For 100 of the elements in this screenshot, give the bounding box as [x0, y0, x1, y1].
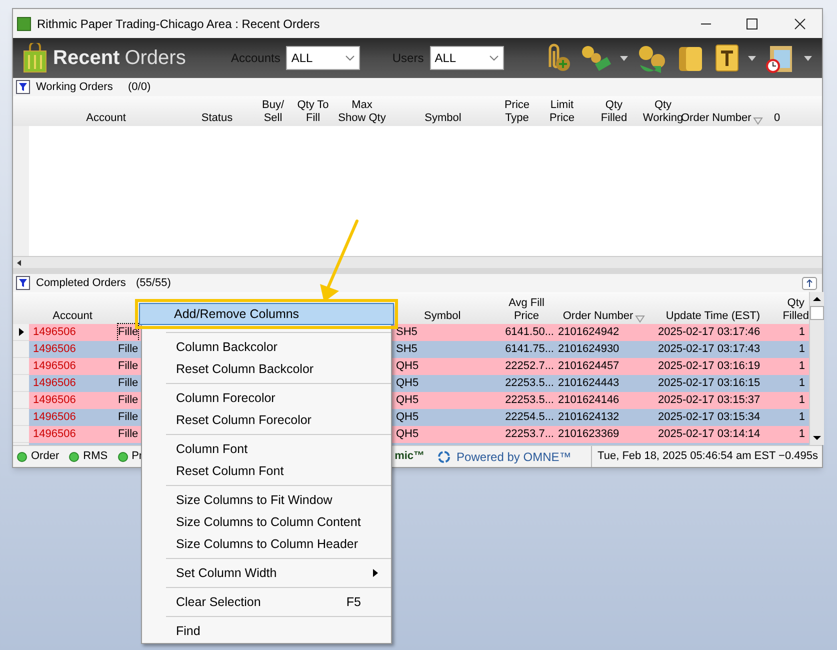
- table-cell-text: 1: [798, 427, 805, 442]
- vertical-scrollbar[interactable]: [809, 292, 824, 445]
- column-header[interactable]: Symbol: [424, 310, 461, 323]
- section-title: Completed Orders: [36, 276, 127, 291]
- table-cell-text: 22254.5...: [505, 410, 554, 426]
- shortcut-text: F5: [346, 594, 361, 611]
- table-cell-text: 2025-02-17 03:15:37: [658, 393, 760, 408]
- table-cell-text: Fille: [118, 427, 138, 442]
- table-cell-text: SH5: [396, 325, 418, 340]
- table-cell-text: 2025-02-17 03:16:19: [658, 359, 760, 374]
- column-header[interactable]: Qty Working: [642, 99, 684, 125]
- table-cell-text: 2101624457: [558, 359, 620, 374]
- table-cell-text: 1496506: [33, 393, 76, 408]
- table-cell-text: 2101624443: [558, 376, 620, 392]
- column-header[interactable]: Qty To Fill: [297, 99, 329, 125]
- column-header[interactable]: Price Type: [504, 99, 530, 125]
- menu-item[interactable]: Clear Selection F5: [142, 591, 391, 613]
- powered-by-text: Powered by OMNE™: [456, 448, 572, 466]
- column-header[interactable]: Update Time (EST): [666, 310, 760, 323]
- table-cell-text: 22253.5...: [505, 376, 554, 392]
- table-cell-text: 1496506: [33, 325, 76, 340]
- column-header[interactable]: Status: [201, 112, 233, 125]
- table-cell: Fille: [118, 324, 138, 341]
- column-header[interactable]: Avg Fill Price: [508, 297, 544, 323]
- status-label: RMS: [83, 449, 108, 464]
- close-icon[interactable]: [794, 18, 806, 30]
- users-dropdown[interactable]: ALL: [430, 46, 504, 70]
- menu-item[interactable]: Set Column Width: [142, 562, 391, 584]
- accounts-dropdown[interactable]: ALL: [286, 46, 360, 70]
- table-cell-text: 1: [798, 325, 805, 340]
- submenu-arrow-icon: [373, 569, 378, 577]
- table-cell-text: Fille: [118, 359, 138, 374]
- sort-triangle-icon: [635, 315, 646, 323]
- column-header[interactable]: Order Number: [562, 310, 634, 323]
- table-cell-text: 2025-02-17 03:17:43: [658, 342, 760, 358]
- table-cell-text: 6141.75...: [505, 342, 554, 358]
- column-header[interactable]: Account: [52, 310, 92, 323]
- accounts-label: Accounts: [231, 50, 280, 67]
- chevron-down-icon: [345, 55, 356, 61]
- column-header[interactable]: Qty Filled: [600, 99, 628, 125]
- table-cell-text: 1496506: [33, 359, 76, 374]
- clock-text: Tue, Feb 18, 2025 05:46:54 am EST −0.495s: [598, 449, 818, 464]
- column-header[interactable]: 0: [774, 112, 780, 125]
- table-cell-text: 2101624942: [558, 325, 620, 340]
- table-cell-text: 22252.7...: [505, 359, 554, 374]
- table-cell-text: 2101624146: [558, 393, 620, 408]
- app-icon: [17, 16, 31, 30]
- table-cell-text: 2025-02-17 03:17:46: [658, 325, 760, 340]
- column-header[interactable]: Buy/ Sell: [262, 99, 284, 125]
- window-title: Rithmic Paper Trading-Chicago Area : Recent Orders: [37, 16, 320, 32]
- title-bold: Recent: [53, 46, 120, 71]
- scroll-top-icon[interactable]: [802, 276, 817, 290]
- filter-icon[interactable]: [16, 80, 30, 94]
- menu-item[interactable]: Add/Remove Columns: [139, 303, 394, 325]
- gears-icon[interactable]: [580, 44, 612, 72]
- table-cell-text: QH5: [396, 359, 419, 374]
- column-header[interactable]: Account: [86, 112, 126, 125]
- table-cell-text: SH5: [396, 342, 418, 358]
- row-header[interactable]: [13, 324, 29, 341]
- users-label: Users: [392, 50, 424, 67]
- text-document-icon[interactable]: [714, 43, 740, 73]
- table-cell-text: QH5: [396, 427, 419, 442]
- column-header[interactable]: Limit Price: [549, 99, 575, 125]
- filter-icon[interactable]: [16, 276, 30, 290]
- table-cell-text: 1: [798, 393, 805, 408]
- menu-item[interactable]: Reset Column Font: [142, 460, 391, 482]
- maximize-icon[interactable]: [746, 18, 758, 30]
- table-cell-text: 2025-02-17 03:16:15: [658, 376, 760, 392]
- caret-icon[interactable]: [748, 56, 756, 60]
- menu-item[interactable]: Size Columns to Fit Window: [142, 489, 391, 511]
- table-cell-text: 1: [798, 342, 805, 358]
- table-cell-text: 1496506: [33, 342, 76, 358]
- table-cell-text: QH5: [396, 410, 419, 426]
- order-count: (55/55): [136, 276, 171, 291]
- caret-icon[interactable]: [804, 56, 812, 60]
- column-header[interactable]: Max Show Qty: [338, 99, 386, 125]
- chevron-down-icon: [488, 55, 499, 61]
- table-cell-text: 6141.50...: [505, 325, 554, 340]
- scroll-thumb[interactable]: [810, 306, 824, 320]
- table-cell-text: 2101624930: [558, 342, 620, 358]
- column-header[interactable]: Order Number: [681, 112, 752, 125]
- table-cell-text: 22253.7...: [505, 427, 554, 442]
- table-cell-text: 2101623369: [558, 427, 620, 442]
- title-light: Orders: [124, 46, 186, 71]
- gears-arrow-icon[interactable]: [636, 43, 668, 73]
- menu-item[interactable]: Size Columns to Column Header: [142, 533, 391, 555]
- table-cell-text: Fille: [118, 376, 138, 392]
- shopping-bag-icon: [23, 43, 47, 73]
- column-header[interactable]: Qty Filled: [782, 297, 809, 323]
- caret-icon[interactable]: [620, 56, 628, 60]
- horizontal-scrollbar[interactable]: [13, 256, 822, 268]
- column-header[interactable]: Symbol: [424, 112, 462, 125]
- table-cell-text: 1496506: [33, 410, 76, 426]
- table-cell-text: QH5: [396, 393, 419, 408]
- table-cell-text: 1496506: [33, 376, 76, 392]
- table-cell-text: Fille: [118, 342, 138, 358]
- menu-item[interactable]: Size Columns to Column Content: [142, 511, 391, 533]
- current-row-icon: [18, 328, 24, 336]
- menu-item[interactable]: Find: [142, 620, 391, 642]
- ring-icon: [436, 450, 451, 464]
